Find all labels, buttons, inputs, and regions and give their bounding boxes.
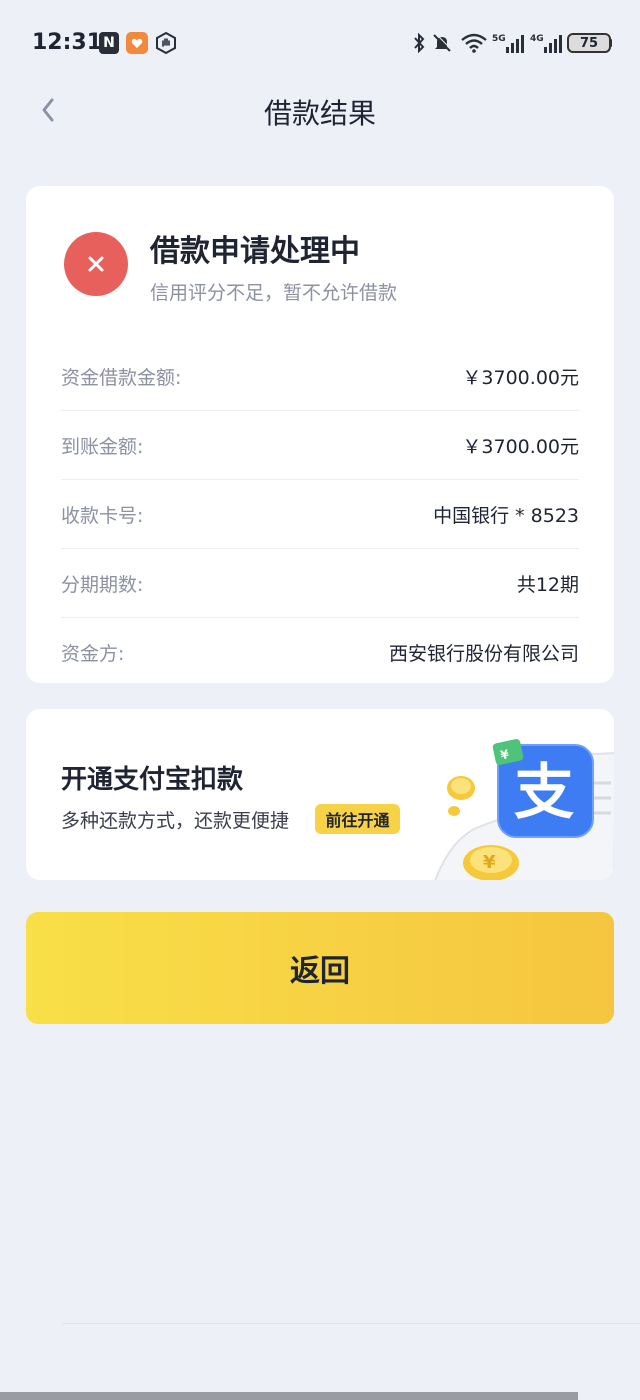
signal-5g-icon: 5G [492, 32, 524, 54]
open-alipay-button[interactable]: 前往开通 [315, 804, 400, 834]
bell-muted-icon [432, 32, 452, 54]
promo-description: 多种还款方式，还款更便捷 [61, 810, 290, 832]
svg-text:支: 支 [514, 758, 574, 828]
bottom-divider [62, 1323, 640, 1324]
detail-list: 资金借款金额: ￥3700.00元 到账金额: ￥3700.00元 收款卡号: … [61, 342, 579, 686]
alipay-promo-card[interactable]: 开通支付宝扣款 多种还款方式，还款更便捷 前往开通 ¥ 支 ¥ [26, 709, 614, 880]
detail-row-card-number: 收款卡号: 中国银行 * 8523 [61, 480, 579, 549]
battery-icon: 75 [567, 33, 611, 53]
detail-value: ￥3700.00元 [462, 366, 579, 389]
home-indicator [0, 1392, 578, 1400]
return-button[interactable]: 返回 [26, 912, 614, 1024]
status-bar: 12:31 N 5G 4G 75 [0, 0, 640, 86]
page-title: 借款结果 [263, 97, 376, 130]
detail-row-loan-amount: 资金借款金额: ￥3700.00元 [61, 342, 579, 411]
promo-title: 开通支付宝扣款 [61, 765, 244, 795]
alipay-illustration-icon: ¥ 支 ¥ [434, 739, 614, 880]
nfc-icon: N [99, 32, 119, 54]
svg-text:¥: ¥ [483, 852, 496, 873]
detail-row-received-amount: 到账金额: ￥3700.00元 [61, 411, 579, 480]
detail-label: 资金借款金额: [61, 366, 182, 389]
wifi-icon [460, 32, 488, 54]
detail-label: 收款卡号: [61, 504, 144, 527]
battery-tip [609, 39, 612, 47]
shield-heart-icon [126, 32, 148, 54]
status-time: 12:31 [32, 30, 103, 55]
close-icon [64, 232, 128, 296]
hand-icon [155, 32, 177, 54]
detail-value: 共12期 [516, 573, 579, 596]
detail-label: 到账金额: [61, 435, 144, 458]
result-card: 借款申请处理中 信用评分不足，暂不允许借款 资金借款金额: ￥3700.00元 … [26, 186, 614, 683]
signal-4g-icon: 4G [530, 32, 562, 54]
detail-value: ￥3700.00元 [462, 435, 579, 458]
svg-text:4G: 4G [530, 34, 544, 44]
result-subtitle: 信用评分不足，暂不允许借款 [150, 282, 398, 304]
result-title: 借款申请处理中 [150, 234, 360, 269]
detail-label: 资金方: [61, 642, 125, 665]
detail-row-funder: 资金方: 西安银行股份有限公司 [61, 618, 579, 686]
bluetooth-icon [410, 32, 428, 54]
detail-value: 西安银行股份有限公司 [388, 642, 579, 665]
svg-text:5G: 5G [492, 34, 506, 44]
detail-label: 分期期数: [61, 573, 144, 596]
detail-row-installments: 分期期数: 共12期 [61, 549, 579, 618]
detail-value: 中国银行 * 8523 [433, 504, 579, 527]
